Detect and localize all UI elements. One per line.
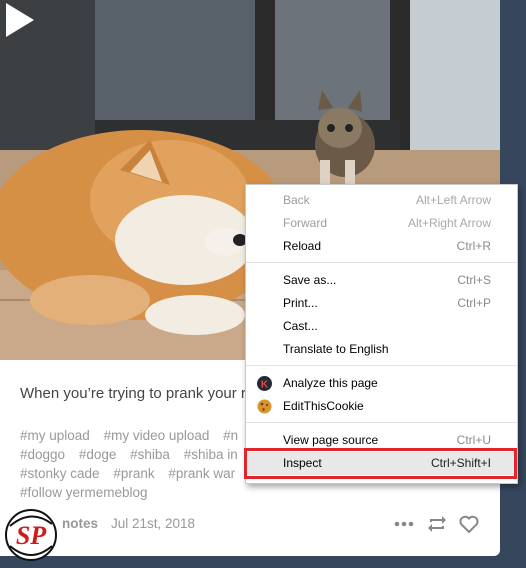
menu-item-cast[interactable]: Cast... <box>246 315 517 338</box>
tag-link[interactable]: #prank war <box>168 466 235 481</box>
tag-link[interactable]: #n <box>223 428 238 443</box>
menu-item-print[interactable]: Print... Ctrl+P <box>246 292 517 315</box>
post-footer: notes Jul 21st, 2018 <box>0 510 500 540</box>
tag-link[interactable]: #doge <box>79 447 117 462</box>
menu-item-back[interactable]: Back Alt+Left Arrow <box>246 189 517 212</box>
menu-item-analyze-page[interactable]: K Analyze this page <box>246 372 517 395</box>
k-extension-icon: K <box>257 376 272 391</box>
tag-link[interactable]: #doggo <box>20 447 65 462</box>
notes-count[interactable]: notes <box>62 516 98 531</box>
tag-link[interactable]: #my upload <box>20 428 90 443</box>
tag-link[interactable]: #my video upload <box>104 428 210 443</box>
menu-item-save-as[interactable]: Save as... Ctrl+S <box>246 269 517 292</box>
tag-link[interactable]: #shiba in <box>184 447 238 462</box>
tag-link[interactable]: #stonky cade <box>20 466 100 481</box>
heart-like-icon[interactable] <box>458 513 480 535</box>
menu-separator <box>246 365 517 366</box>
cookie-icon <box>257 399 272 414</box>
menu-separator <box>246 422 517 423</box>
tag-link[interactable]: #shiba <box>130 447 170 462</box>
post-caption: When you’re trying to prank your r <box>20 385 246 402</box>
svg-text:K: K <box>261 380 269 391</box>
tag-link[interactable]: #prank <box>113 466 154 481</box>
reblog-icon[interactable] <box>426 513 448 535</box>
inspect-highlight-box <box>244 448 517 479</box>
watermark-logo: SP <box>5 509 57 561</box>
more-options-icon[interactable] <box>393 513 415 535</box>
tag-link[interactable]: #follow yermemeblog <box>20 485 148 500</box>
menu-item-reload[interactable]: Reload Ctrl+R <box>246 235 517 258</box>
menu-item-forward[interactable]: Forward Alt+Right Arrow <box>246 212 517 235</box>
play-icon[interactable] <box>0 0 40 40</box>
context-menu: Back Alt+Left Arrow Forward Alt+Right Ar… <box>245 184 518 484</box>
menu-item-editthiscookie[interactable]: EditThisCookie <box>246 395 517 418</box>
post-date[interactable]: Jul 21st, 2018 <box>111 516 195 531</box>
menu-separator <box>246 262 517 263</box>
watermark-text: SP <box>16 521 47 550</box>
menu-item-translate[interactable]: Translate to English <box>246 338 517 361</box>
